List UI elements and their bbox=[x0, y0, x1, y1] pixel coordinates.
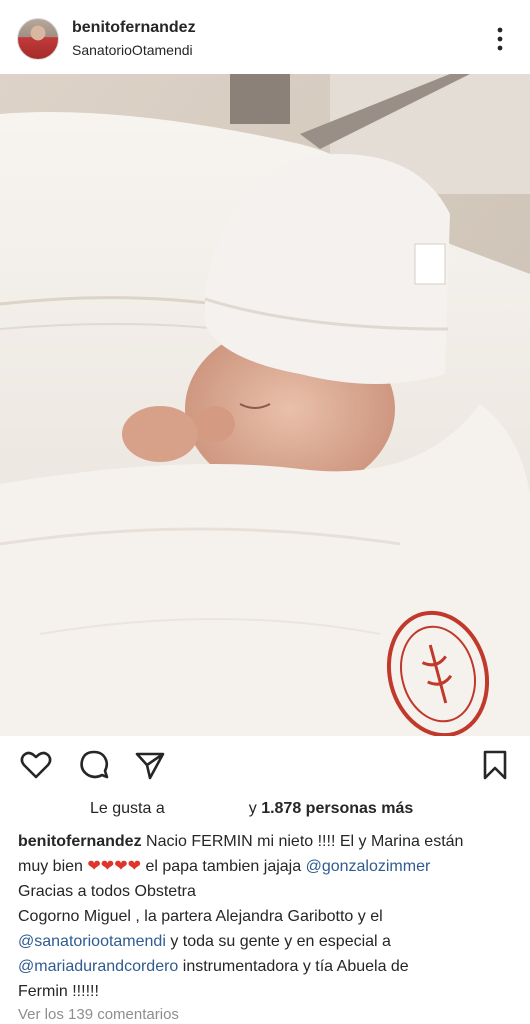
post-actions bbox=[0, 740, 530, 794]
caption-text: instrumentadora y tía Abuela de bbox=[182, 958, 409, 975]
comment-bubble-icon[interactable] bbox=[77, 748, 111, 782]
likes-summary[interactable]: Le gusta a y 1.878 personas más bbox=[90, 800, 413, 818]
mention-link[interactable]: @sanatoriootamendi bbox=[18, 933, 166, 950]
mention-link[interactable]: @gonzalozimmer bbox=[306, 858, 431, 875]
view-comments-link[interactable]: Ver los 139 comentarios bbox=[18, 1006, 179, 1023]
newborn-baby-photo bbox=[0, 74, 530, 736]
post-caption: benitofernandez Nacio FERMIN mi nieto !!… bbox=[18, 829, 518, 1004]
mention-link[interactable]: @mariadurandcordero bbox=[18, 958, 178, 975]
post-header: benitofernandez SanatorioOtamendi bbox=[0, 0, 530, 74]
send-arrow-icon[interactable] bbox=[133, 748, 167, 782]
post-location[interactable]: SanatorioOtamendi bbox=[72, 42, 193, 58]
caption-text: Cogorno Miguel , la partera Alejandra Ga… bbox=[18, 908, 383, 925]
likes-count[interactable]: 1.878 personas más bbox=[261, 800, 413, 817]
caption-username[interactable]: benitofernandez bbox=[18, 833, 142, 850]
heart-outline-icon[interactable] bbox=[19, 748, 53, 782]
caption-text: el papa tambien jajaja bbox=[145, 858, 302, 875]
caption-text: y toda su gente y en especial a bbox=[170, 933, 391, 950]
more-vertical-icon[interactable] bbox=[492, 26, 508, 52]
caption-text: Fermin !!!!!! bbox=[18, 983, 99, 1000]
avatar[interactable] bbox=[17, 18, 59, 60]
likes-and: y bbox=[248, 800, 257, 817]
caption-text: Nacio FERMIN mi nieto !!!! El y Marina e… bbox=[146, 833, 464, 850]
caption-text: muy bien bbox=[18, 858, 83, 875]
post-photo[interactable] bbox=[0, 74, 530, 736]
bookmark-icon[interactable] bbox=[478, 748, 512, 782]
post-username[interactable]: benitofernandez bbox=[72, 19, 196, 37]
red-hearts-emoji: ❤❤❤❤ bbox=[87, 858, 141, 875]
likes-prefix: Le gusta a bbox=[90, 800, 165, 817]
caption-text: Gracias a todos Obstetra bbox=[18, 883, 196, 900]
